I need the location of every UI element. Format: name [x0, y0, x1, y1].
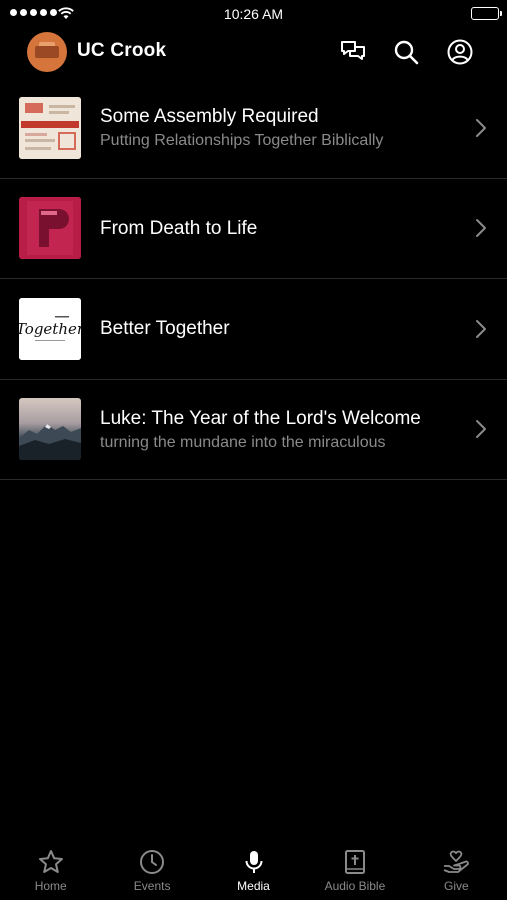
- microphone-icon: [245, 851, 263, 873]
- media-item-luke[interactable]: Luke: The Year of the Lord's Welcome tur…: [0, 380, 507, 480]
- tab-label: Give: [443, 879, 469, 893]
- chevron-right-icon: [476, 219, 486, 238]
- bible-icon: [344, 850, 365, 874]
- media-item-from-death-to-life[interactable]: From Death to Life: [0, 179, 507, 279]
- series-thumbnail: [19, 96, 81, 159]
- tab-media[interactable]: Media: [203, 840, 304, 900]
- series-thumbnail: Together: [19, 297, 81, 360]
- tab-home[interactable]: Home: [0, 840, 101, 900]
- tab-label: Events: [133, 879, 171, 893]
- tab-label: Audio Bible: [324, 879, 386, 893]
- series-title: Better Together: [100, 318, 230, 339]
- profile-icon: [447, 39, 473, 65]
- media-item-some-assembly-required[interactable]: Some Assembly Required Putting Relations…: [0, 78, 507, 179]
- tab-bar: Home Events Media Audio Bible Give: [0, 840, 507, 900]
- tab-label: Media: [237, 879, 270, 893]
- tab-audio-bible[interactable]: Audio Bible: [304, 840, 405, 900]
- series-subtitle: turning the mundane into the miraculous: [100, 433, 386, 451]
- chevron-right-icon: [476, 420, 486, 439]
- app-title: UC Crook: [77, 40, 167, 61]
- star-icon: [38, 850, 63, 873]
- tab-label: Home: [34, 879, 67, 893]
- church-logo[interactable]: [27, 32, 67, 72]
- series-thumbnail: [19, 197, 81, 260]
- tab-events[interactable]: Events: [101, 840, 202, 900]
- battery-icon: [471, 7, 502, 20]
- media-item-better-together[interactable]: Together Better Together: [0, 279, 507, 380]
- series-thumbnail: [19, 398, 81, 461]
- give-heart-icon: [443, 850, 470, 873]
- series-title: Some Assembly Required: [100, 106, 319, 127]
- series-title: Luke: The Year of the Lord's Welcome: [100, 407, 421, 429]
- svg-text:Together: Together: [19, 320, 81, 338]
- status-bar: 10:26 AM: [0, 0, 507, 28]
- clock-icon: [140, 850, 165, 874]
- profile-button[interactable]: [446, 38, 474, 66]
- media-list: Some Assembly Required Putting Relations…: [0, 78, 507, 480]
- search-icon: [394, 40, 419, 65]
- chat-button[interactable]: [339, 38, 367, 66]
- search-button[interactable]: [392, 38, 420, 66]
- chevron-right-icon: [476, 118, 486, 137]
- chevron-right-icon: [476, 319, 486, 338]
- series-subtitle: Putting Relationships Together Biblicall…: [100, 132, 384, 149]
- app-header: UC Crook: [0, 28, 507, 78]
- chat-icon: [341, 41, 365, 60]
- series-title: From Death to Life: [100, 217, 258, 239]
- tab-give[interactable]: Give: [406, 840, 507, 900]
- status-time: 10:26 AM: [223, 6, 284, 22]
